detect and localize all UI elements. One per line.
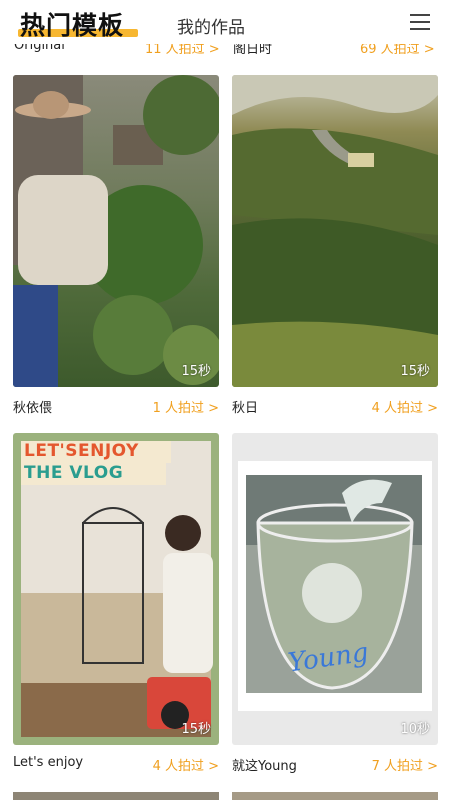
card-title: 就这Young: [232, 759, 297, 774]
template-thumbnail[interactable]: LET'SENJOY THE VLOG 15秒: [13, 433, 219, 745]
duration-label: 15秒: [181, 722, 211, 737]
card-count-link[interactable]: 4 人拍过 >: [153, 755, 219, 774]
glass-photo-illustration: [238, 461, 432, 711]
template-thumbnail[interactable]: Young 10秒: [232, 433, 438, 745]
tab-hot-templates[interactable]: 热门模板: [20, 6, 124, 42]
duration-label: 15秒: [400, 364, 430, 379]
card-caption: 秋日 4 人拍过 >: [232, 397, 438, 417]
hills-photo-illustration: [232, 75, 438, 387]
duration-label: 10秒: [400, 722, 430, 737]
tab-my-works[interactable]: 我的作品: [177, 13, 245, 38]
next-card-peek: [13, 792, 219, 800]
card-count-link[interactable]: 1 人拍过 >: [153, 397, 219, 416]
top-bar: 热门模板 我的作品: [0, 0, 450, 44]
card-caption: 秋依偎 1 人拍过 >: [13, 397, 219, 417]
card-caption: 就这Young 7 人拍过 >: [232, 755, 438, 775]
card-title: 秋日: [232, 401, 259, 416]
garden-photo-illustration: [13, 75, 219, 387]
vlog-overlay-line1: LET'SENJOY: [24, 441, 139, 461]
hamburger-menu-icon[interactable]: [410, 14, 430, 30]
vlog-overlay-line2: THE VLOG: [24, 463, 124, 483]
duration-label: 15秒: [181, 364, 211, 379]
card-caption: Let's enjoy 4 人拍过 >: [13, 755, 219, 775]
card-title: 秋依偎: [13, 401, 53, 416]
card-title: Let's enjoy: [13, 755, 84, 770]
template-thumbnail[interactable]: 15秒: [13, 75, 219, 387]
template-thumbnail[interactable]: 15秒: [232, 75, 438, 387]
next-card-peek: [232, 792, 438, 800]
card-count-link[interactable]: 4 人拍过 >: [372, 397, 438, 416]
card-count-link[interactable]: 7 人拍过 >: [372, 755, 438, 774]
